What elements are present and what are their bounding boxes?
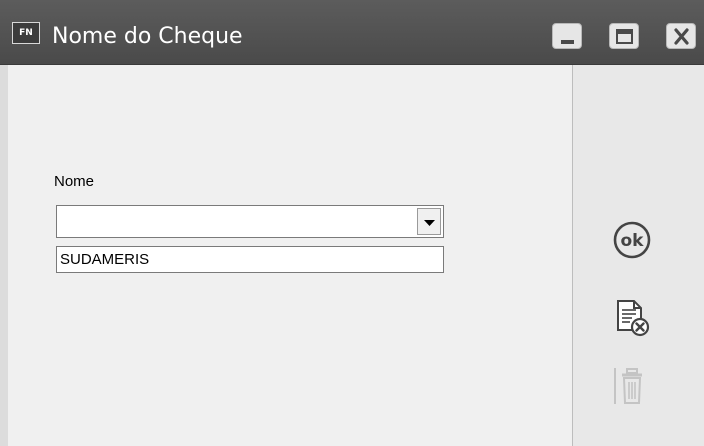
name-suggestion-list[interactable]: SUDAMERIS	[56, 246, 444, 273]
title-bar[interactable]: FN Nome do Cheque	[0, 0, 704, 65]
window: FN Nome do Cheque Nome SUDAMERIS ok	[0, 0, 704, 446]
list-item[interactable]: SUDAMERIS	[60, 250, 149, 270]
close-icon	[674, 28, 689, 45]
ok-button[interactable]: ok	[612, 220, 652, 260]
name-field-label: Nome	[54, 173, 95, 190]
minimize-button[interactable]	[552, 23, 582, 49]
close-button[interactable]	[666, 23, 696, 49]
cancel-button[interactable]	[612, 298, 652, 338]
cancel-document-icon	[617, 300, 650, 337]
maximize-icon	[616, 29, 633, 44]
combobox-dropdown-button[interactable]	[417, 208, 441, 235]
ok-icon: ok	[613, 221, 651, 259]
minimize-icon	[561, 40, 574, 44]
maximize-button[interactable]	[609, 23, 639, 49]
chevron-down-icon	[424, 220, 435, 226]
name-combobox[interactable]	[56, 205, 444, 238]
delete-button[interactable]	[612, 366, 652, 406]
ok-icon-text: ok	[621, 231, 645, 251]
app-icon: FN	[12, 22, 40, 44]
trash-icon	[614, 368, 642, 404]
window-title: Nome do Cheque	[52, 24, 243, 49]
